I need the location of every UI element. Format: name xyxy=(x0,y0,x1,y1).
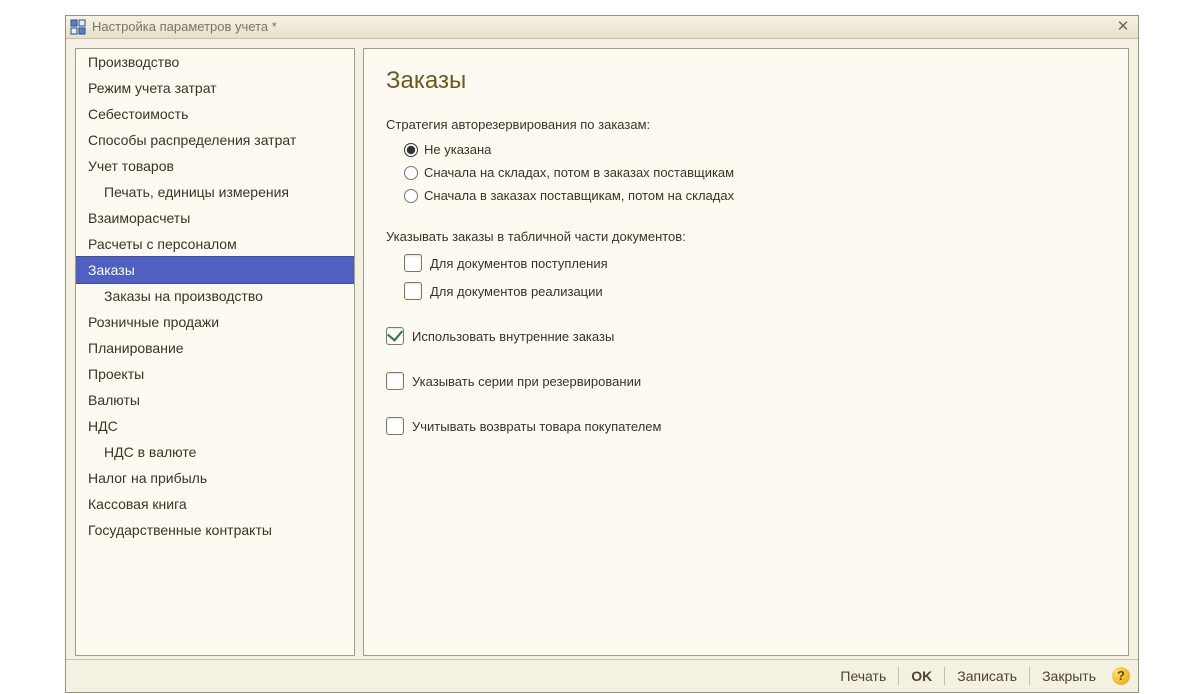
ok-button[interactable]: OK xyxy=(901,664,942,688)
nav-item-4[interactable]: Учет товаров xyxy=(76,153,354,179)
checkbox-label: Использовать внутренние заказы xyxy=(412,329,614,344)
settings-window: Настройка параметров учета * ✕ Производс… xyxy=(65,15,1139,693)
nav-item-3[interactable]: Способы распределения затрат xyxy=(76,127,354,153)
print-button[interactable]: Печать xyxy=(830,664,896,688)
save-button[interactable]: Записать xyxy=(947,664,1027,688)
nav-item-1[interactable]: Режим учета затрат xyxy=(76,75,354,101)
separator xyxy=(898,667,899,685)
nav-panel: ПроизводствоРежим учета затратСебестоимо… xyxy=(75,48,355,656)
radio-label: Сначала в заказах поставщикам, потом на … xyxy=(424,188,734,203)
close-icon[interactable]: ✕ xyxy=(1114,18,1132,36)
checkbox-label: Для документов поступления xyxy=(430,256,608,271)
radio-input[interactable] xyxy=(404,166,418,180)
tabular-check-0[interactable]: Для документов поступления xyxy=(404,254,1106,272)
nav-item-17[interactable]: Кассовая книга xyxy=(76,491,354,517)
track-returns-checkbox[interactable]: Учитывать возвраты товара покупателем xyxy=(386,417,1106,435)
footer: Печать OK Записать Закрыть ? xyxy=(66,659,1138,692)
nav-item-5[interactable]: Печать, единицы измерения xyxy=(76,179,354,205)
checkbox-icon xyxy=(404,254,422,272)
radio-input[interactable] xyxy=(404,189,418,203)
radio-input[interactable] xyxy=(404,143,418,157)
close-button[interactable]: Закрыть xyxy=(1032,664,1106,688)
checkbox-label: Учитывать возвраты товара покупателем xyxy=(412,419,661,434)
nav-item-8[interactable]: Заказы xyxy=(76,256,354,284)
nav-item-18[interactable]: Государственные контракты xyxy=(76,517,354,543)
nav-item-12[interactable]: Проекты xyxy=(76,361,354,387)
checkbox-icon xyxy=(386,327,404,345)
separator xyxy=(944,667,945,685)
nav-item-7[interactable]: Расчеты с персоналом xyxy=(76,231,354,257)
nav-item-16[interactable]: Налог на прибыль xyxy=(76,465,354,491)
strategy-group-label: Стратегия авторезервирования по заказам: xyxy=(386,117,1106,132)
body: ПроизводствоРежим учета затратСебестоимо… xyxy=(75,48,1129,656)
strategy-options: Не указана Сначала на складах, потом в за… xyxy=(386,142,1106,203)
checkbox-icon xyxy=(404,282,422,300)
use-internal-orders-checkbox[interactable]: Использовать внутренние заказы xyxy=(386,327,1106,345)
tabular-group-label: Указывать заказы в табличной части докум… xyxy=(386,229,1106,244)
nav-item-0[interactable]: Производство xyxy=(76,49,354,75)
strategy-option-0[interactable]: Не указана xyxy=(404,142,1106,157)
separator xyxy=(1029,667,1030,685)
nav-item-14[interactable]: НДС xyxy=(76,413,354,439)
nav-item-9[interactable]: Заказы на производство xyxy=(76,283,354,309)
nav-item-10[interactable]: Розничные продажи xyxy=(76,309,354,335)
nav-item-15[interactable]: НДС в валюте xyxy=(76,439,354,465)
strategy-option-1[interactable]: Сначала на складах, потом в заказах пост… xyxy=(404,165,1106,180)
checkbox-label: Для документов реализации xyxy=(430,284,603,299)
app-icon xyxy=(70,19,86,35)
radio-label: Сначала на складах, потом в заказах пост… xyxy=(424,165,734,180)
strategy-option-2[interactable]: Сначала в заказах поставщикам, потом на … xyxy=(404,188,1106,203)
window-title: Настройка параметров учета * xyxy=(92,19,277,34)
checkbox-icon xyxy=(386,417,404,435)
titlebar: Настройка параметров учета * ✕ xyxy=(66,16,1138,39)
checkbox-label: Указывать серии при резервировании xyxy=(412,374,641,389)
content-panel: Заказы Стратегия авторезервирования по з… xyxy=(363,48,1129,656)
series-on-reserve-checkbox[interactable]: Указывать серии при резервировании xyxy=(386,372,1106,390)
tabular-checks: Для документов поступления Для документов… xyxy=(386,254,1106,300)
help-icon[interactable]: ? xyxy=(1112,667,1130,685)
radio-label: Не указана xyxy=(424,142,491,157)
nav-item-6[interactable]: Взаиморасчеты xyxy=(76,205,354,231)
tabular-check-1[interactable]: Для документов реализации xyxy=(404,282,1106,300)
nav-item-13[interactable]: Валюты xyxy=(76,387,354,413)
checkbox-icon xyxy=(386,372,404,390)
nav-item-2[interactable]: Себестоимость xyxy=(76,101,354,127)
page-title: Заказы xyxy=(386,67,1106,95)
nav-item-11[interactable]: Планирование xyxy=(76,335,354,361)
